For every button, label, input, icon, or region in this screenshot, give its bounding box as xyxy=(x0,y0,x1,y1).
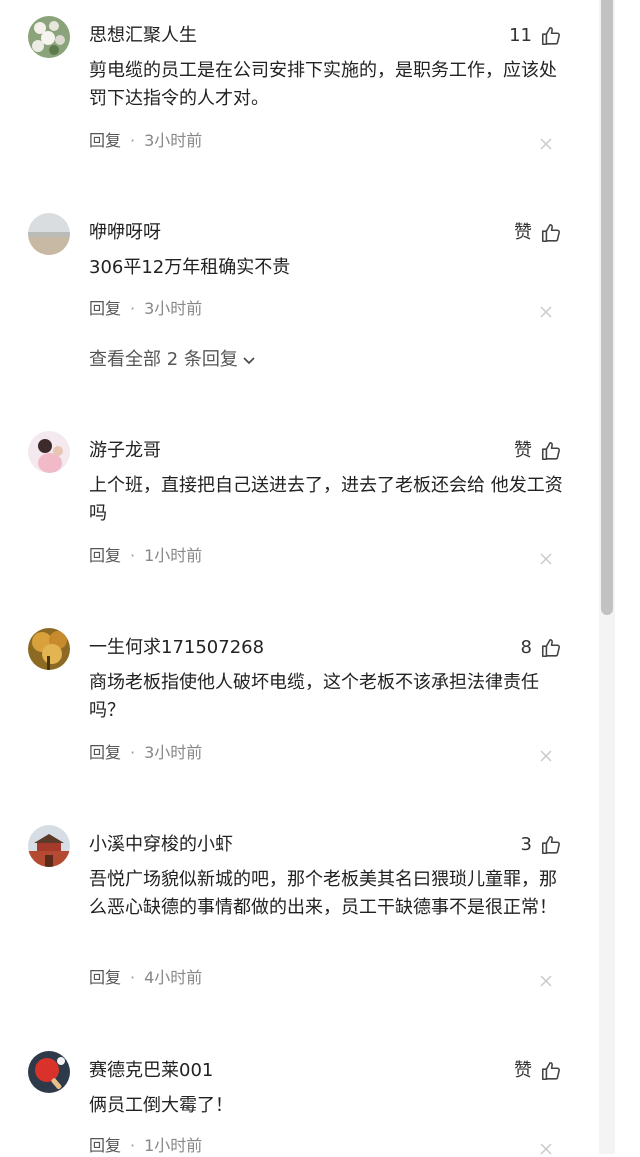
avatar[interactable] xyxy=(28,1051,70,1093)
timestamp: 4小时前 xyxy=(144,968,203,987)
close-icon[interactable] xyxy=(540,1143,552,1155)
chevron-down-icon xyxy=(243,357,255,365)
like-button[interactable]: 赞 xyxy=(514,1059,562,1083)
close-icon[interactable] xyxy=(540,750,552,762)
reply-button[interactable]: 回复 xyxy=(89,967,121,989)
comment-text: 俩员工倒大霉了！ xyxy=(89,1095,233,1116)
username[interactable]: 赛德克巴莱001 xyxy=(89,1059,213,1083)
avatar[interactable] xyxy=(28,628,70,670)
separator-dot: · xyxy=(130,299,136,318)
avatar[interactable] xyxy=(28,16,70,58)
thumbs-up-icon xyxy=(541,1061,560,1081)
right-gutter xyxy=(615,0,640,1154)
timestamp: 3小时前 xyxy=(144,131,203,150)
separator-dot: · xyxy=(130,968,136,987)
comment-text: 上个班，直接把自己送进去了，进去了老板还会给 他发工资吗 xyxy=(89,475,563,524)
reply-button[interactable]: 回复 xyxy=(89,130,121,152)
username[interactable]: 小溪中穿梭的小虾 xyxy=(89,833,233,857)
username[interactable]: 一生何求171507268 xyxy=(89,636,264,660)
like-count: 3 xyxy=(520,834,532,855)
avatar-landscape-icon xyxy=(28,213,70,255)
username[interactable]: 游子龙哥 xyxy=(89,439,161,463)
scrollbar-thumb[interactable] xyxy=(601,0,613,615)
like-count: 8 xyxy=(520,637,532,658)
thumbs-up-icon xyxy=(541,441,560,461)
thumbs-up-icon xyxy=(541,223,560,243)
close-icon[interactable] xyxy=(540,306,552,318)
timestamp: 3小时前 xyxy=(144,299,203,318)
comment-meta: 回复 · 4小时前 xyxy=(89,967,202,989)
comment-meta: 回复 · 3小时前 xyxy=(89,130,202,152)
like-count: 11 xyxy=(509,25,532,46)
comment-meta: 回复 · 3小时前 xyxy=(89,298,202,320)
close-icon[interactable] xyxy=(540,975,552,987)
avatar[interactable] xyxy=(28,431,70,473)
comment-text: 剪电缆的员工是在公司安排下实施的，是职务工作，应该处罚下达指令的人才对。 xyxy=(89,60,557,109)
reply-button[interactable]: 回复 xyxy=(89,742,121,764)
comment-text: 306平12万年租确实不贵 xyxy=(89,257,291,278)
comment-text: 商场老板指使他人破坏电缆，这个老板不该承担法律责任吗？ xyxy=(89,672,539,721)
like-label: 赞 xyxy=(514,440,532,461)
username[interactable]: 咿咿呀呀 xyxy=(89,221,161,245)
view-all-replies-button[interactable]: 查看全部 2 条回复 xyxy=(89,348,256,372)
like-button[interactable]: 11 xyxy=(509,24,562,48)
like-button[interactable]: 3 xyxy=(521,833,562,857)
avatar-person-icon xyxy=(28,431,70,473)
timestamp: 3小时前 xyxy=(144,743,203,762)
avatar[interactable] xyxy=(28,825,70,867)
like-label: 赞 xyxy=(514,1060,532,1081)
separator-dot: · xyxy=(130,546,136,565)
comment-meta: 回复 · 3小时前 xyxy=(89,742,202,764)
view-all-replies-label: 查看全部 2 条回复 xyxy=(89,349,238,370)
like-button[interactable]: 8 xyxy=(521,636,562,660)
close-icon[interactable] xyxy=(540,138,552,150)
reply-button[interactable]: 回复 xyxy=(89,545,121,567)
reply-button[interactable]: 回复 xyxy=(89,298,121,320)
like-button[interactable]: 赞 xyxy=(514,439,562,463)
avatar-palace-icon xyxy=(28,825,70,867)
thumbs-up-icon xyxy=(541,835,560,855)
like-button[interactable]: 赞 xyxy=(514,221,562,245)
separator-dot: · xyxy=(130,743,136,762)
separator-dot: · xyxy=(130,131,136,150)
avatar[interactable] xyxy=(28,213,70,255)
avatar-pingpong-icon xyxy=(28,1051,70,1093)
thumbs-up-icon xyxy=(541,26,560,46)
username[interactable]: 思想汇聚人生 xyxy=(89,24,197,48)
timestamp: 1小时前 xyxy=(144,546,203,565)
comment-text: 吾悦广场貌似新城的吧，那个老板美其名曰猥琐儿童罪，那么恶心缺德的事情都做的出来，… xyxy=(89,869,557,918)
thumbs-up-icon xyxy=(541,638,560,658)
avatar-flowers-icon xyxy=(28,16,70,58)
close-icon[interactable] xyxy=(540,553,552,565)
like-label: 赞 xyxy=(514,222,532,243)
comment-meta: 回复 · 1小时前 xyxy=(89,545,202,567)
avatar-autumn-tree-icon xyxy=(28,628,70,670)
